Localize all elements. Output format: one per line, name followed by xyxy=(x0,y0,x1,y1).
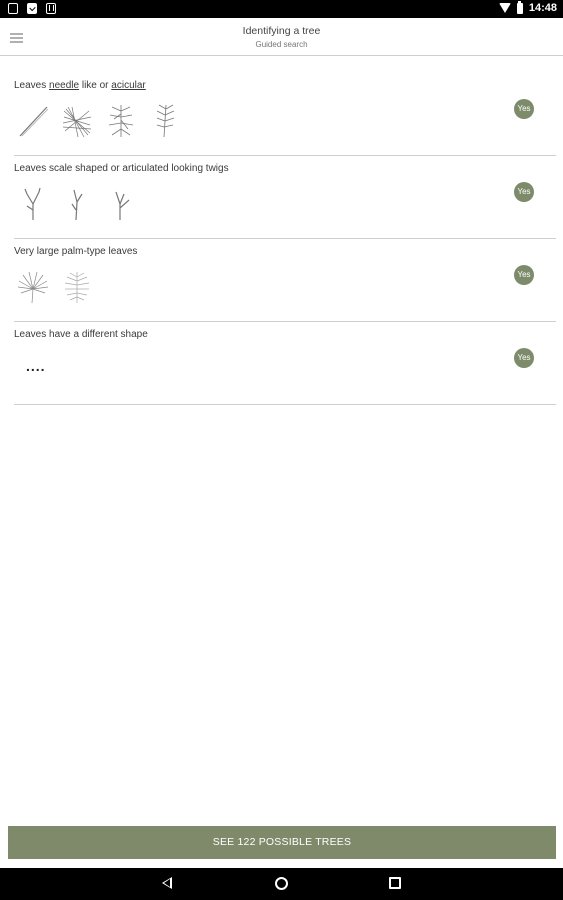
page-subtitle: Guided search xyxy=(255,40,308,49)
option-palm-leaves[interactable]: Very large palm-type leaves Yes xyxy=(14,239,556,322)
clock: 14:48 xyxy=(528,2,557,14)
needle-sprig-icon xyxy=(156,104,175,138)
back-icon[interactable] xyxy=(162,877,172,889)
scale-twig-icon xyxy=(71,189,83,221)
fan-palm-icon xyxy=(17,271,49,304)
yes-button[interactable]: Yes xyxy=(514,99,534,119)
recent-apps-icon[interactable] xyxy=(389,877,401,889)
option-scale-leaves[interactable]: Leaves scale shaped or articulated looki… xyxy=(14,156,556,239)
option-needle-leaves[interactable]: Leaves needle like or acicular Yes xyxy=(14,73,556,156)
see-possible-trees-button[interactable]: SEE 122 POSSIBLE TREES xyxy=(8,826,556,859)
page-title: Identifying a tree xyxy=(242,25,321,37)
option-label: Very large palm-type leaves xyxy=(14,246,138,257)
home-icon[interactable] xyxy=(275,877,288,890)
needle-link[interactable]: needle xyxy=(49,80,79,91)
acicular-link[interactable]: acicular xyxy=(111,80,145,91)
status-bar: 14:48 xyxy=(0,0,563,18)
yes-button[interactable]: Yes xyxy=(514,265,534,285)
option-label: Leaves needle like or acicular xyxy=(14,80,146,91)
yes-button[interactable]: Yes xyxy=(514,182,534,202)
option-label: Leaves have a different shape xyxy=(14,329,148,340)
needle-branch-icon xyxy=(108,105,134,137)
more-ellipsis: .... xyxy=(26,358,46,374)
needle-cluster-icon xyxy=(62,106,92,138)
navigation-bar xyxy=(0,868,563,900)
single-needle-icon xyxy=(19,106,49,137)
option-thumbnails xyxy=(16,103,182,139)
sd-card-icon xyxy=(8,3,18,14)
feather-palm-icon xyxy=(64,272,90,303)
app-bar: Identifying a tree Guided search xyxy=(0,18,563,56)
option-other-shape[interactable]: Leaves have a different shape .... Yes xyxy=(14,322,556,405)
yes-button[interactable]: Yes xyxy=(514,348,534,368)
option-label: Leaves scale shaped or articulated looki… xyxy=(14,163,229,174)
battery-icon xyxy=(516,0,523,14)
scale-twig-icon xyxy=(115,191,130,220)
option-thumbnails xyxy=(16,186,138,222)
option-thumbnails xyxy=(16,269,94,305)
leaf-type-options: Leaves needle like or acicular Yes Leave… xyxy=(14,73,556,405)
scale-twig-icon xyxy=(24,187,41,220)
document-notification-icon xyxy=(46,3,56,14)
checkmark-notification-icon xyxy=(27,3,37,14)
wifi-icon xyxy=(498,3,511,13)
